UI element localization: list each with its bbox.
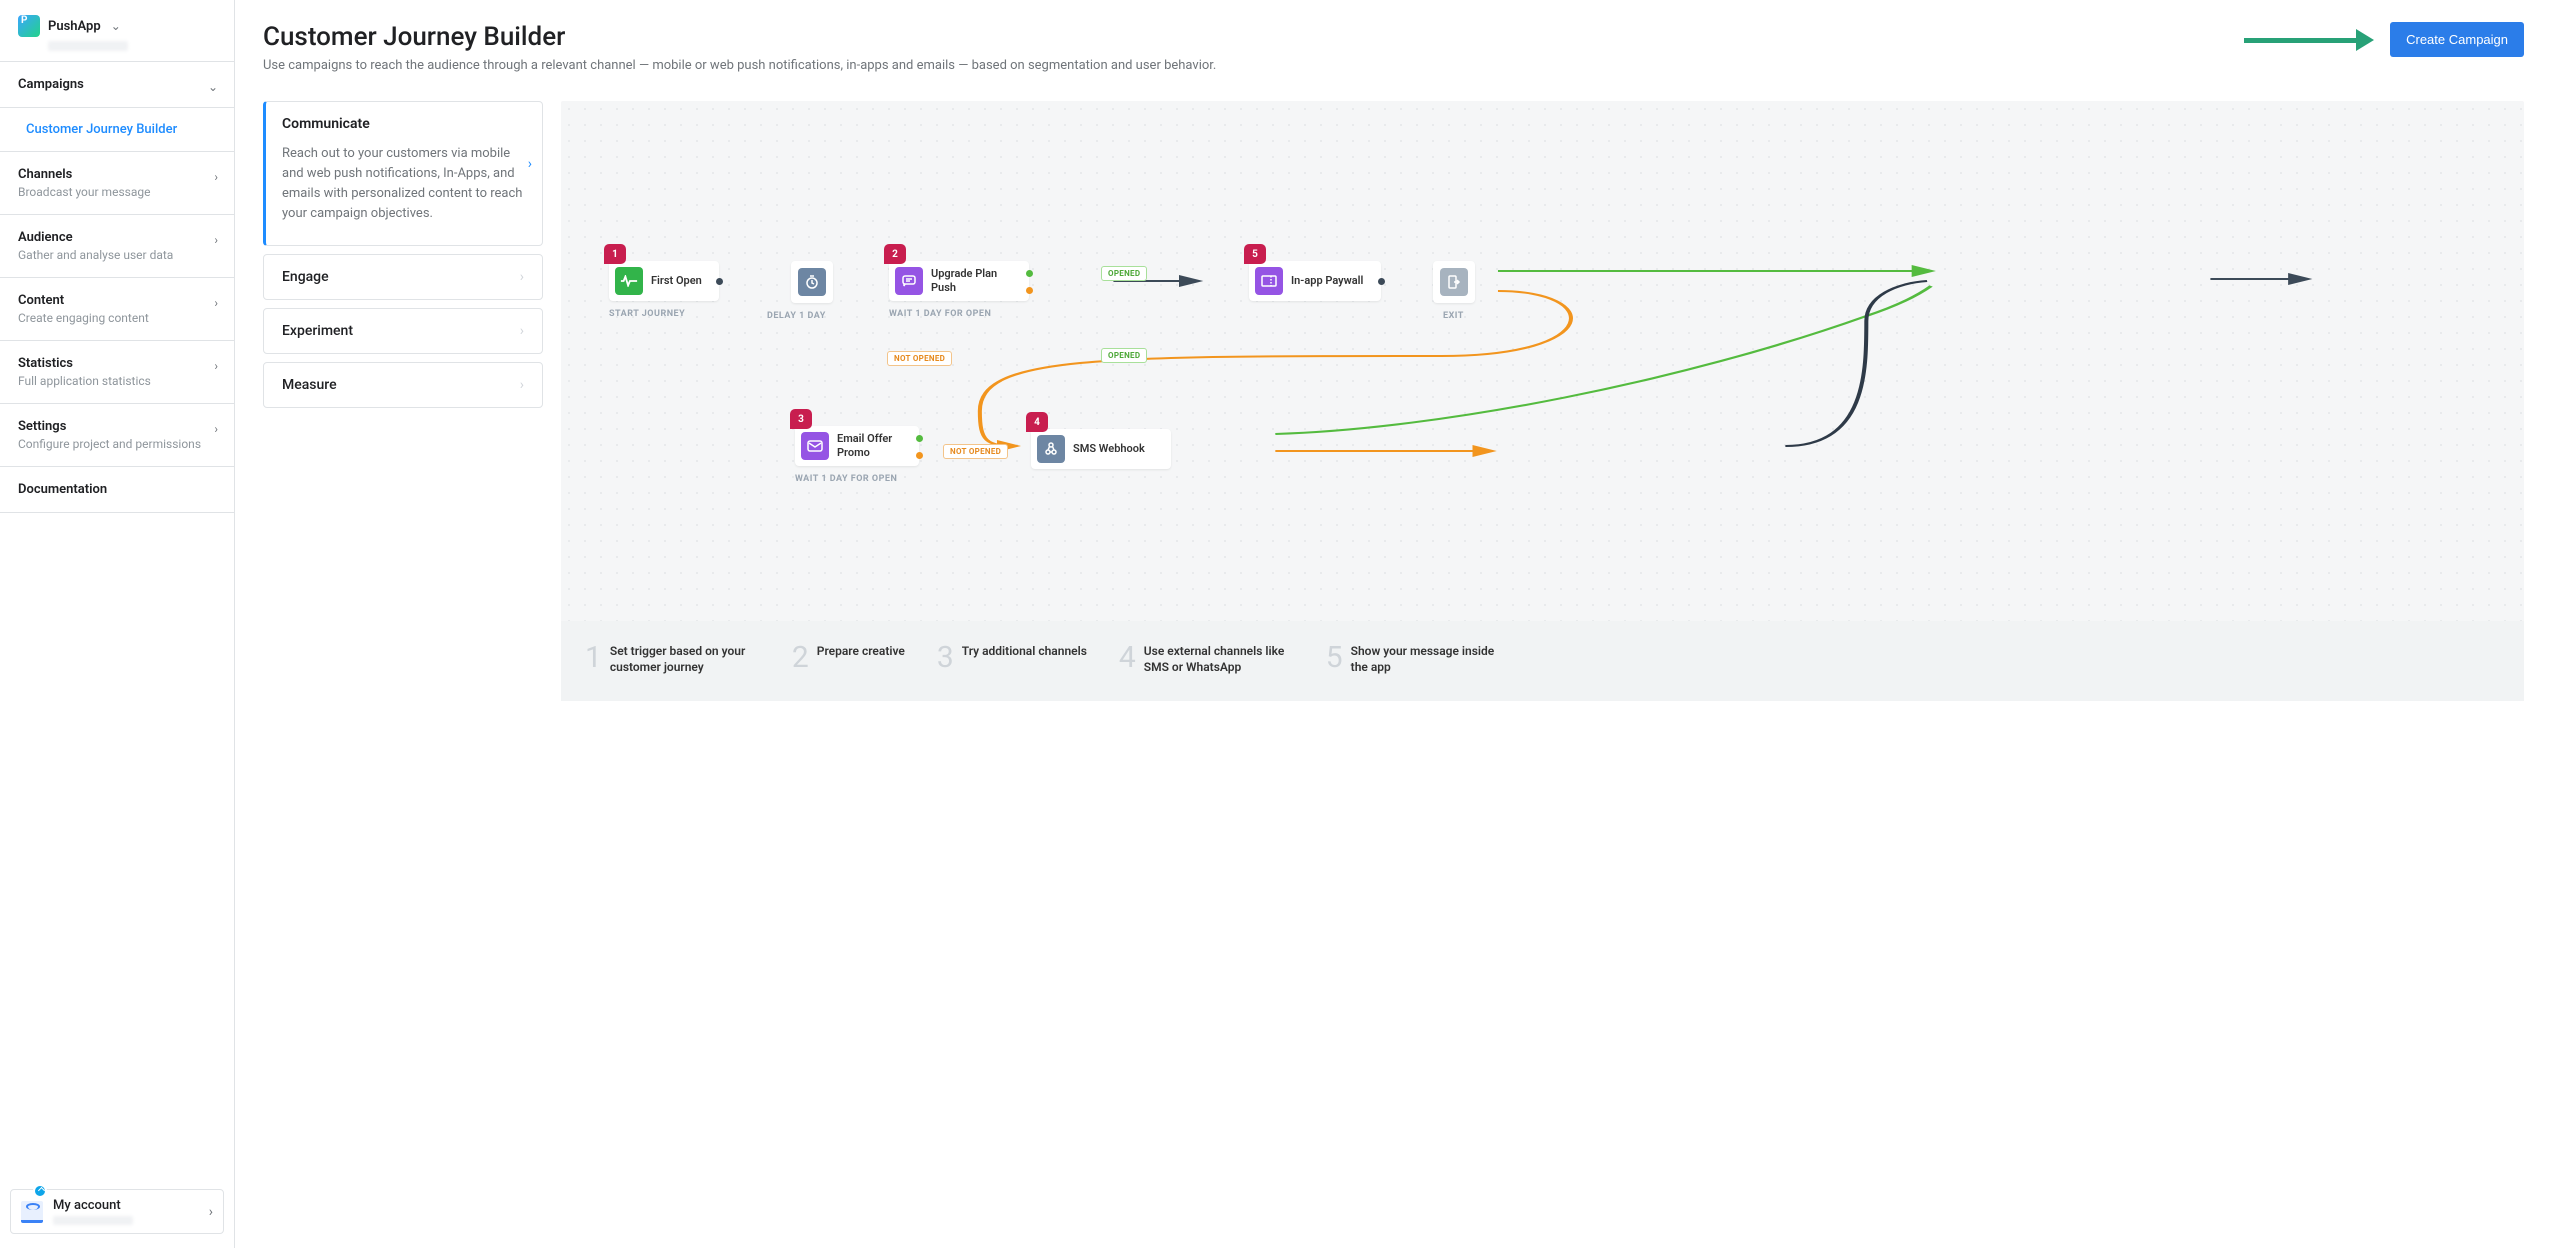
- tag-opened: OPENED: [1101, 266, 1147, 281]
- journey-canvas[interactable]: 1 First Open START JOURNEY: [561, 101, 2524, 621]
- nav-content[interactable]: Content Create engaging content ›: [0, 278, 234, 341]
- chevron-right-icon: ›: [214, 233, 218, 247]
- nav-statistics[interactable]: Statistics Full application statistics ›: [0, 341, 234, 404]
- tag-opened: OPENED: [1101, 348, 1147, 363]
- template-panels: Communicate Reach out to your customers …: [263, 101, 543, 701]
- node-badge: 3: [790, 409, 812, 429]
- account-label: My account: [53, 1198, 133, 1213]
- panel-communicate: Communicate Reach out to your customers …: [263, 101, 543, 246]
- nav: Campaigns ⌄ Customer Journey Builder Cha…: [0, 62, 234, 513]
- nav-settings[interactable]: Settings Configure project and permissio…: [0, 404, 234, 467]
- nav-campaigns[interactable]: Campaigns ⌄: [0, 62, 234, 108]
- nav-documentation[interactable]: Documentation: [0, 467, 234, 513]
- chevron-down-icon: ⌄: [111, 19, 121, 33]
- flow-connectors: [571, 111, 2514, 611]
- avatar-icon: [21, 1201, 43, 1223]
- chevron-right-icon: ›: [520, 323, 524, 339]
- panel-experiment[interactable]: Experiment ›: [263, 308, 543, 354]
- journey-canvas-wrap: 1 First Open START JOURNEY: [561, 101, 2524, 701]
- node-badge: 5: [1244, 244, 1266, 264]
- chat-icon: [895, 267, 923, 295]
- chevron-right-icon[interactable]: ›: [528, 156, 532, 172]
- flow-node-sms-webhook[interactable]: 4 SMS Webhook: [1031, 429, 1171, 469]
- nav-channels[interactable]: Channels Broadcast your message ›: [0, 152, 234, 215]
- step-2: 2Prepare creative: [792, 643, 905, 675]
- step-3: 3Try additional channels: [937, 643, 1087, 675]
- annotation-arrow-icon: [2244, 33, 2374, 47]
- pulse-icon: [615, 267, 643, 295]
- tag-not-opened: NOT OPENED: [943, 444, 1008, 459]
- ticket-icon: [1255, 267, 1283, 295]
- flow-node-inapp-paywall[interactable]: 5 In-app Paywall: [1249, 261, 1381, 301]
- journey-steps: 1Set trigger based on your customer jour…: [561, 621, 2524, 701]
- chevron-right-icon: ›: [209, 1204, 213, 1220]
- nav-campaigns-journey-builder[interactable]: Customer Journey Builder: [0, 108, 234, 152]
- upload-badge-icon: [33, 1184, 47, 1198]
- flow-node-exit[interactable]: EXIT: [1433, 261, 1475, 303]
- account-email-redacted: [53, 1216, 133, 1225]
- panel-engage[interactable]: Engage ›: [263, 254, 543, 300]
- flow-node-upgrade-push[interactable]: 2 Upgrade Plan Push WAIT 1 DAY FOR OPEN: [889, 261, 1029, 301]
- main: Customer Journey Builder Use campaigns t…: [235, 0, 2550, 1248]
- page-title: Customer Journey Builder: [263, 22, 1216, 52]
- panel-measure[interactable]: Measure ›: [263, 362, 543, 408]
- page-subtitle: Use campaigns to reach the audience thro…: [263, 58, 1216, 73]
- account-switcher[interactable]: My account ›: [10, 1189, 224, 1234]
- stopwatch-icon: [798, 268, 826, 296]
- node-badge: 4: [1026, 412, 1048, 432]
- create-campaign-button[interactable]: Create Campaign: [2390, 22, 2524, 57]
- nav-audience[interactable]: Audience Gather and analyse user data ›: [0, 215, 234, 278]
- webhook-icon: [1037, 435, 1065, 463]
- chevron-down-icon: ⌄: [208, 80, 218, 94]
- workspace-switcher[interactable]: PushApp ⌄: [18, 15, 216, 37]
- app-logo-icon: [18, 15, 40, 37]
- sidebar: PushApp ⌄ Campaigns ⌄ Customer Journey B…: [0, 0, 235, 1248]
- flow-node-email-offer[interactable]: 3 Email Offer Promo WAIT 1 DAY FOR OPEN: [795, 426, 919, 466]
- flow-node-delay[interactable]: DELAY 1 DAY: [791, 261, 833, 303]
- workspace-name: PushApp: [48, 19, 101, 34]
- chevron-right-icon: ›: [520, 377, 524, 393]
- email-icon: [801, 432, 829, 460]
- step-5: 5Show your message inside the app: [1326, 643, 1501, 675]
- flow-node-first-open[interactable]: 1 First Open START JOURNEY: [609, 261, 719, 301]
- chevron-right-icon: ›: [214, 296, 218, 310]
- step-1: 1Set trigger based on your customer jour…: [585, 643, 760, 675]
- chevron-right-icon: ›: [214, 359, 218, 373]
- node-badge: 1: [604, 244, 626, 264]
- exit-icon: [1440, 268, 1468, 296]
- step-4: 4Use external channels like SMS or Whats…: [1119, 643, 1294, 675]
- chevron-right-icon: ›: [214, 170, 218, 184]
- chevron-right-icon: ›: [214, 422, 218, 436]
- workspace-subtitle-redacted: [48, 41, 128, 51]
- chevron-right-icon: ›: [520, 269, 524, 285]
- tag-not-opened: NOT OPENED: [887, 351, 952, 366]
- node-badge: 2: [884, 244, 906, 264]
- panel-description: Reach out to your customers via mobile a…: [282, 144, 528, 225]
- panel-title: Communicate: [282, 116, 528, 132]
